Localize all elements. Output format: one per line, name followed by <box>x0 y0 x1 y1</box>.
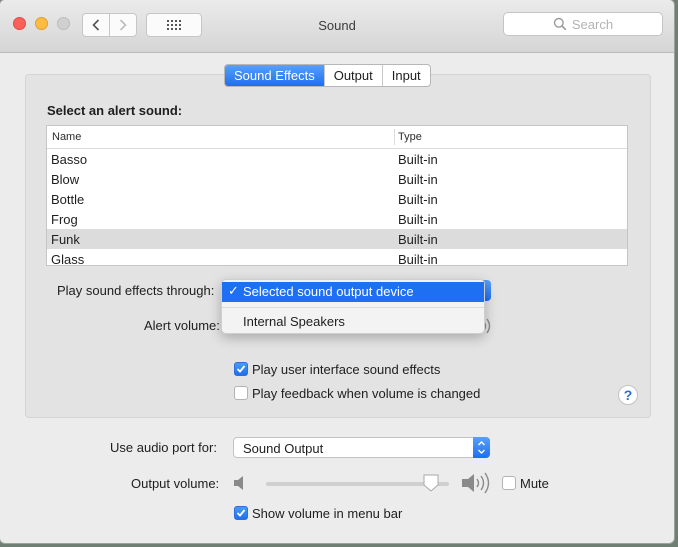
row-name: Frog <box>51 212 78 227</box>
help-icon: ? <box>623 387 633 403</box>
tab-output[interactable]: Output <box>325 65 383 86</box>
row-name: Basso <box>51 152 88 167</box>
search-icon <box>553 17 567 31</box>
tab-bar: Sound Effects Output Input <box>224 64 431 87</box>
audio-port-popup[interactable]: Sound Output <box>233 437 490 458</box>
table-row[interactable]: Basso Built-in <box>47 149 627 169</box>
titlebar: Sound Search <box>0 0 674 53</box>
mute-label[interactable]: Mute <box>520 476 549 491</box>
table-header: Name Type <box>47 126 627 149</box>
mute-checkbox[interactable] <box>502 476 516 490</box>
table-row-selected[interactable]: Funk Built-in <box>47 229 627 249</box>
alert-volume-label: Alert volume: <box>144 318 220 333</box>
tab-input[interactable]: Input <box>383 65 430 86</box>
speaker-low-icon <box>234 476 243 490</box>
search-field[interactable]: Search <box>503 12 663 36</box>
row-type: Built-in <box>398 192 438 207</box>
speaker-high-icon <box>462 472 490 494</box>
menu-item-selected-output[interactable]: ✓ Selected sound output device <box>222 282 484 302</box>
row-name: Bottle <box>51 192 85 207</box>
menu-separator <box>222 307 484 308</box>
row-name: Blow <box>51 172 80 187</box>
output-volume-label: Output volume: <box>131 476 220 491</box>
row-type: Built-in <box>398 152 438 167</box>
show-volume-label[interactable]: Show volume in menu bar <box>252 506 402 521</box>
checkmark-icon <box>236 365 246 373</box>
menu-item-label: Internal Speakers <box>243 314 345 329</box>
play-through-menu: ✓ Selected sound output device Internal … <box>221 279 485 334</box>
feedback-label[interactable]: Play feedback when volume is changed <box>252 386 480 401</box>
table-row[interactable]: Glass Built-in <box>47 249 627 266</box>
checkmark-icon: ✓ <box>228 283 239 298</box>
alert-sound-heading: Select an alert sound: <box>47 103 183 118</box>
audio-port-value: Sound Output <box>243 441 324 456</box>
ui-sounds-label[interactable]: Play user interface sound effects <box>252 362 440 377</box>
tab-sound-effects[interactable]: Sound Effects <box>225 65 325 86</box>
show-volume-checkbox[interactable] <box>234 506 248 520</box>
table-row[interactable]: Frog Built-in <box>47 209 627 229</box>
menu-item-label: Selected sound output device <box>243 284 414 299</box>
column-divider <box>394 129 395 145</box>
alert-sound-table[interactable]: Name Type Basso Built-in Blow Built-in Bot… <box>46 125 628 266</box>
table-row[interactable]: Bottle Built-in <box>47 189 627 209</box>
ui-sounds-checkbox[interactable] <box>234 362 248 376</box>
sound-preferences-window: Sound Search Sound Effects Output Input … <box>0 0 674 543</box>
row-type: Built-in <box>398 212 438 227</box>
table-row[interactable]: Blow Built-in <box>47 169 627 189</box>
audio-port-label: Use audio port for: <box>110 440 217 455</box>
search-placeholder: Search <box>571 16 614 32</box>
row-type: Built-in <box>398 252 438 266</box>
output-volume-knob[interactable] <box>422 473 440 493</box>
row-type: Built-in <box>398 232 438 247</box>
feedback-checkbox[interactable] <box>234 386 248 400</box>
help-button[interactable]: ? <box>618 385 638 405</box>
row-name: Funk <box>51 232 80 247</box>
row-type: Built-in <box>398 172 438 187</box>
row-name: Glass <box>51 252 85 266</box>
column-header-name[interactable]: Name <box>52 131 81 143</box>
popup-arrows-icon <box>473 437 490 458</box>
column-header-type[interactable]: Type <box>398 131 422 143</box>
play-through-label: Play sound effects through: <box>57 283 215 298</box>
checkmark-icon <box>236 509 246 517</box>
menu-item-internal-speakers[interactable]: Internal Speakers <box>222 312 484 332</box>
